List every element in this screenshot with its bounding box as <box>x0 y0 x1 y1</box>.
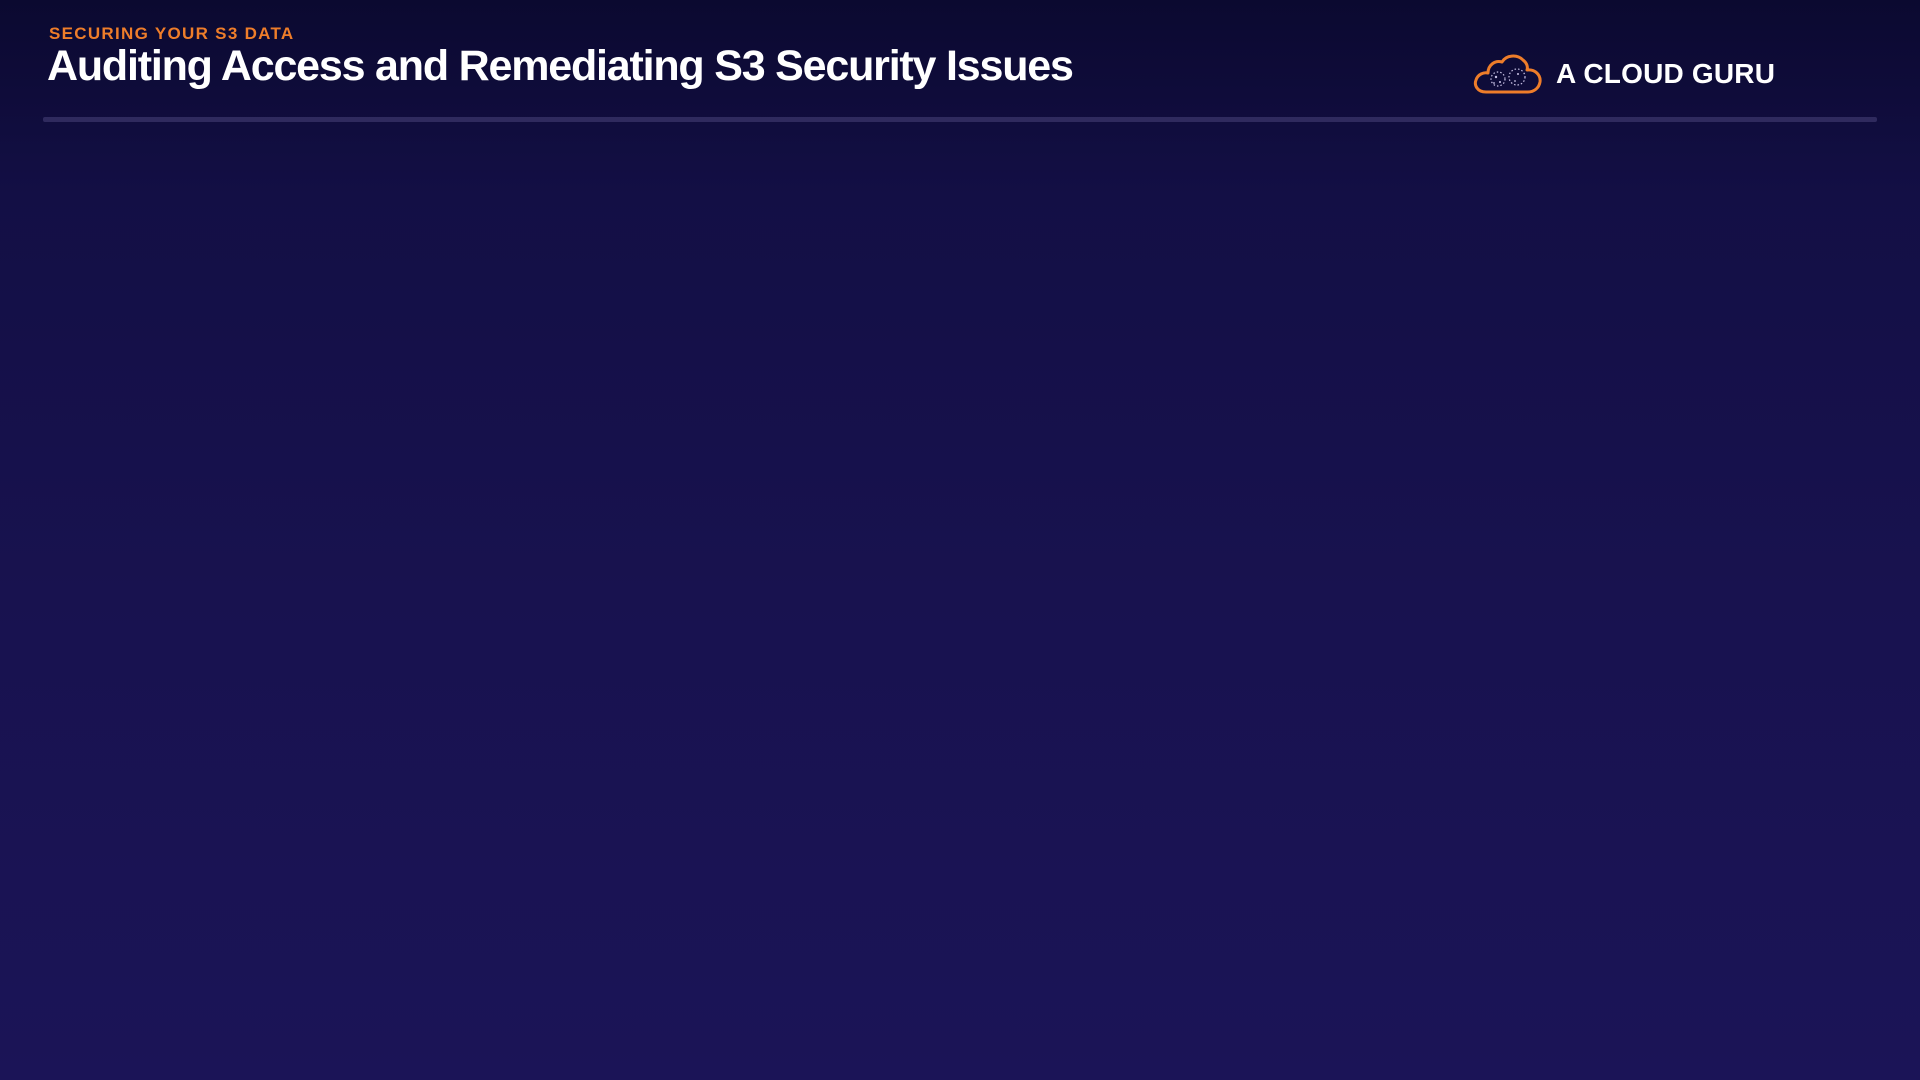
cloud-logo-icon <box>1473 54 1542 94</box>
brand-name: A CLOUD GURU <box>1556 58 1776 89</box>
brand-logo: A CLOUD GURU <box>1472 52 1775 96</box>
section-label: SECURING YOUR S3 DATA <box>49 24 295 43</box>
page-title: Auditing Access and Remediating S3 Secur… <box>47 42 1074 90</box>
header-divider <box>43 117 1877 122</box>
slide: SECURING YOUR S3 DATA Auditing Access an… <box>0 0 1920 1080</box>
